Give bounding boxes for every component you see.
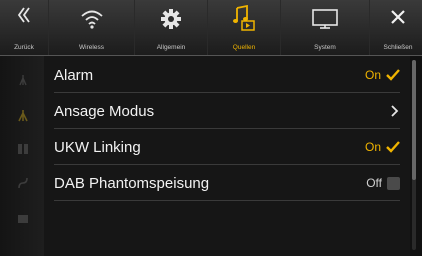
video-icon (18, 215, 28, 223)
antenna-icon (19, 75, 27, 86)
tab-allgemein-label: Allgemein (156, 44, 186, 51)
checkbox-unchecked[interactable] (387, 176, 400, 190)
setting-label: Alarm (54, 66, 94, 84)
tab-quellen-label: Quellen (232, 44, 256, 51)
cable-icon (18, 177, 28, 189)
setting-state: On (364, 68, 381, 82)
gear-icon (161, 9, 181, 29)
back-button[interactable]: Zurück (0, 0, 49, 55)
wifi-icon (80, 10, 103, 29)
setting-label: Ansage Modus (54, 102, 155, 120)
setting-state: On (364, 140, 381, 154)
checkmark-icon[interactable] (386, 69, 400, 81)
double-chevron-left-icon (17, 7, 30, 23)
setting-row-ukw-linking[interactable]: UKW Linking On (54, 130, 400, 165)
setting-label: UKW Linking (54, 138, 141, 156)
chevron-right-icon (391, 105, 399, 117)
close-button[interactable]: Schließen (370, 0, 422, 55)
setting-row-alarm[interactable]: Alarm On (54, 58, 400, 93)
top-bar: Zurück Wireless Allgemein Quellen System… (0, 0, 422, 56)
tab-wireless[interactable]: Wireless (49, 0, 135, 55)
settings-list: Alarm On Ansage Modus UKW Linking On DAB… (44, 56, 410, 256)
setting-state: Off (366, 176, 382, 190)
setting-label: DAB Phantomspeisung (54, 174, 210, 192)
setting-row-ansage-modus[interactable]: Ansage Modus (54, 94, 400, 129)
close-icon (391, 10, 405, 24)
antenna-active-icon (18, 110, 28, 122)
tab-quellen[interactable]: Quellen (208, 0, 281, 55)
tab-system[interactable]: System (281, 0, 370, 55)
left-rail (0, 56, 44, 256)
tab-wireless-label: Wireless (79, 44, 104, 51)
speaker-icon (18, 144, 28, 154)
monitor-icon (312, 9, 338, 29)
close-label: Schließen (383, 44, 413, 51)
tab-system-label: System (314, 44, 336, 51)
scrollbar-thumb[interactable] (412, 60, 416, 180)
checkmark-icon[interactable] (386, 141, 400, 153)
scrollbar[interactable] (412, 60, 416, 250)
tab-allgemein[interactable]: Allgemein (135, 0, 208, 55)
music-source-icon (233, 5, 255, 31)
setting-row-dab-phantomspeisung[interactable]: DAB Phantomspeisung Off (54, 166, 400, 201)
back-label: Zurück (14, 44, 34, 51)
